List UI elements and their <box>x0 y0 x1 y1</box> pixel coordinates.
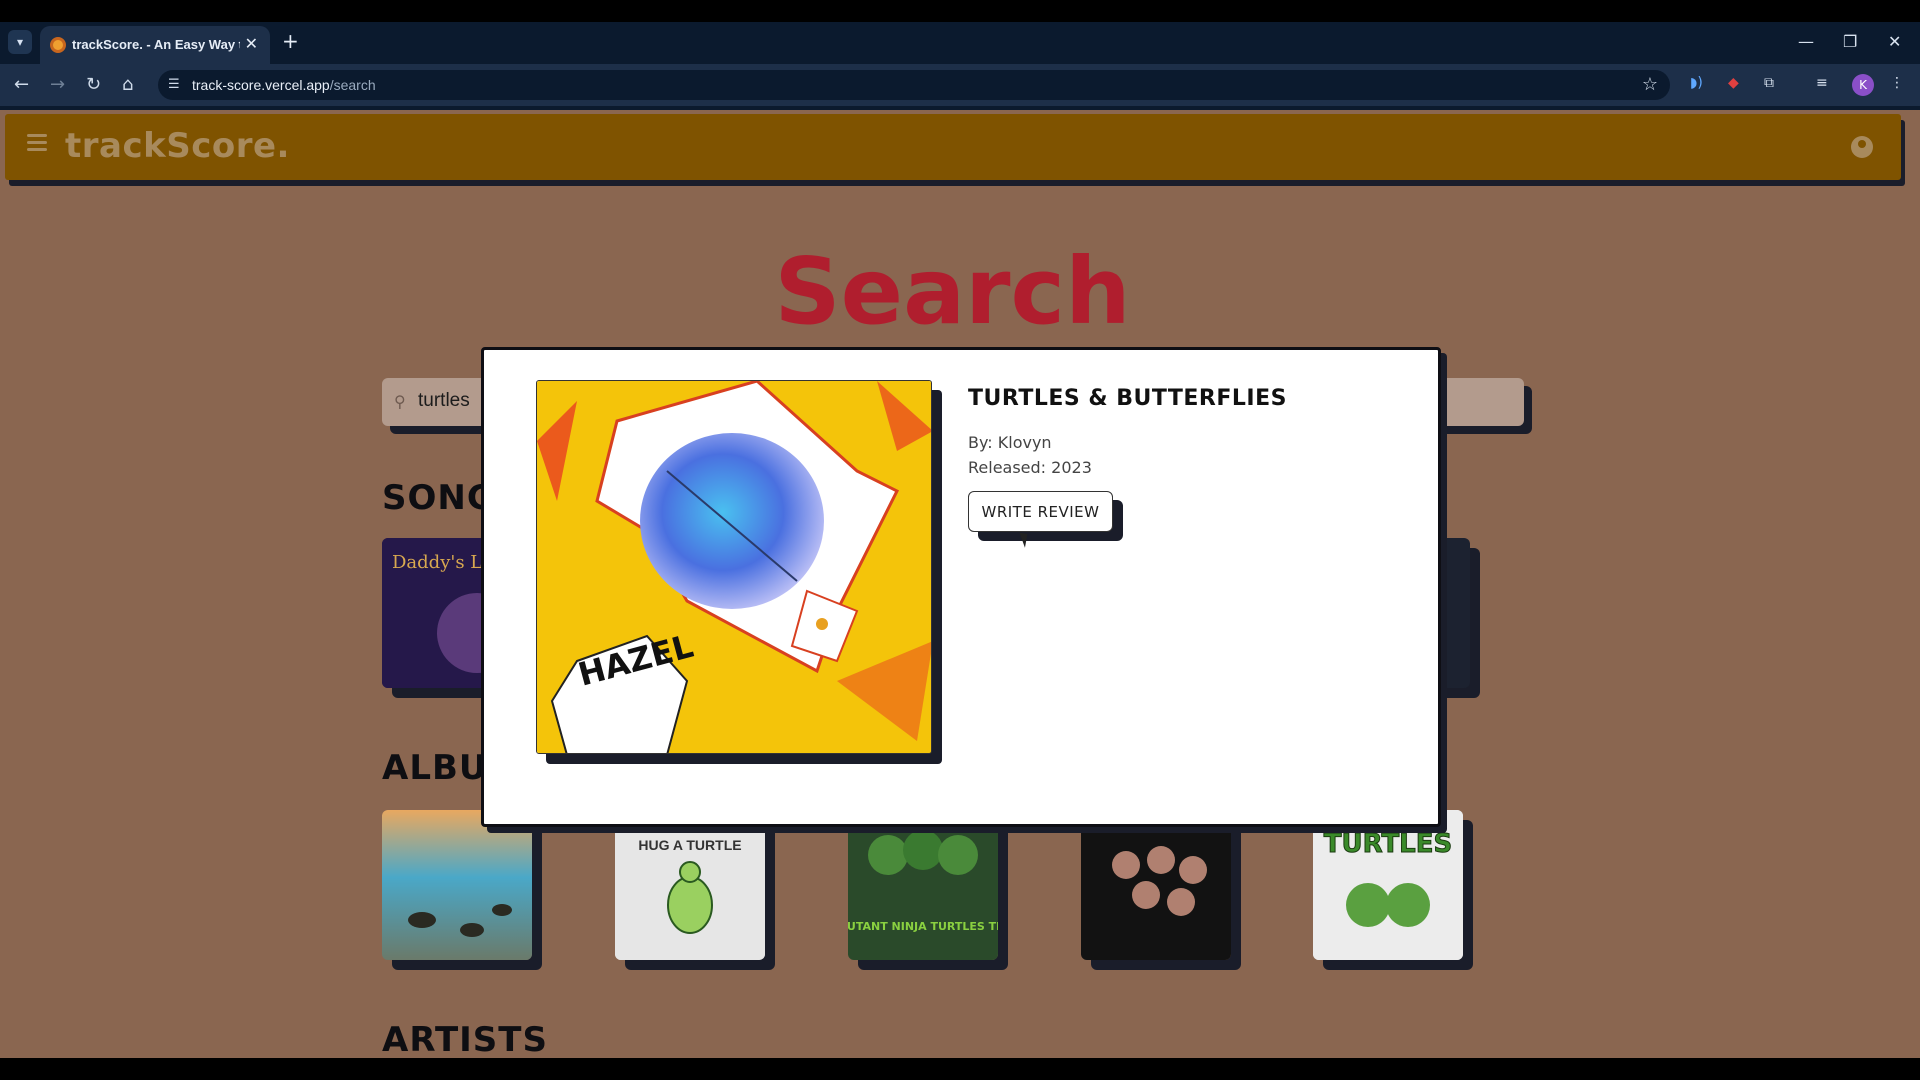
modal-artist: By: Klovyn <box>968 433 1052 452</box>
modal-overlay[interactable]: HAZEL TURTLES & BUTTERFLIES By: Klovyn R… <box>0 110 1920 1058</box>
url-text[interactable]: track-score.vercel.app/search <box>192 77 376 93</box>
extension-ublock-icon[interactable]: ◆ <box>1728 75 1739 91</box>
profile-avatar[interactable]: K <box>1852 74 1874 96</box>
media-control-icon[interactable]: ≡ <box>1816 75 1828 91</box>
back-icon[interactable]: ← <box>14 74 29 96</box>
browser-tab[interactable]: trackScore. - An Easy Way to R ✕ <box>40 26 270 64</box>
minimize-icon[interactable]: — <box>1798 32 1814 51</box>
forward-icon[interactable]: → <box>50 74 65 96</box>
tab-close-icon[interactable]: ✕ <box>245 34 258 53</box>
cover-art: HAZEL <box>537 381 931 753</box>
restore-icon[interactable]: ❐ <box>1843 32 1857 51</box>
address-bar[interactable]: ☰ track-score.vercel.app/search ☆ <box>158 70 1670 100</box>
album-detail-modal: HAZEL TURTLES & BUTTERFLIES By: Klovyn R… <box>481 347 1441 827</box>
write-review-wrapper: WRITE REVIEW <box>968 491 1123 541</box>
new-tab-icon[interactable]: + <box>282 30 299 52</box>
browser-menu-icon[interactable]: ⋮ <box>1890 75 1904 91</box>
reload-icon[interactable]: ↻ <box>86 74 101 96</box>
address-row: ← → ↻ ⌂ ☰ track-score.vercel.app/search … <box>0 64 1920 106</box>
extensions-puzzle-icon[interactable]: ⧉ <box>1764 75 1774 91</box>
tab-title: trackScore. - An Easy Way to R <box>72 37 240 52</box>
browser-chrome: ▾ trackScore. - An Easy Way to R ✕ + — ❐… <box>0 0 1920 110</box>
screen-bottom-bar <box>0 1058 1920 1080</box>
screen-top-bar <box>0 0 1920 22</box>
close-window-icon[interactable]: ✕ <box>1888 32 1901 51</box>
modal-title: TURTLES & BUTTERFLIES <box>968 386 1287 411</box>
tab-strip: ▾ trackScore. - An Easy Way to R ✕ + — ❐… <box>0 22 1920 64</box>
album-cover: HAZEL <box>536 380 942 764</box>
extension-audio-icon[interactable]: ◗) <box>1690 75 1703 91</box>
home-icon[interactable]: ⌂ <box>122 74 133 96</box>
write-review-button[interactable]: WRITE REVIEW <box>968 491 1113 532</box>
tab-search-icon[interactable]: ▾ <box>8 30 32 54</box>
web-page: trackScore. Search ⚲ turtles SONGS Daddy… <box>0 110 1920 1058</box>
bookmark-star-icon[interactable]: ☆ <box>1642 74 1658 95</box>
site-settings-icon[interactable]: ☰ <box>168 77 184 93</box>
cover-image: HAZEL <box>536 380 932 754</box>
modal-released: Released: 2023 <box>968 458 1092 477</box>
site-favicon-icon <box>50 37 66 53</box>
